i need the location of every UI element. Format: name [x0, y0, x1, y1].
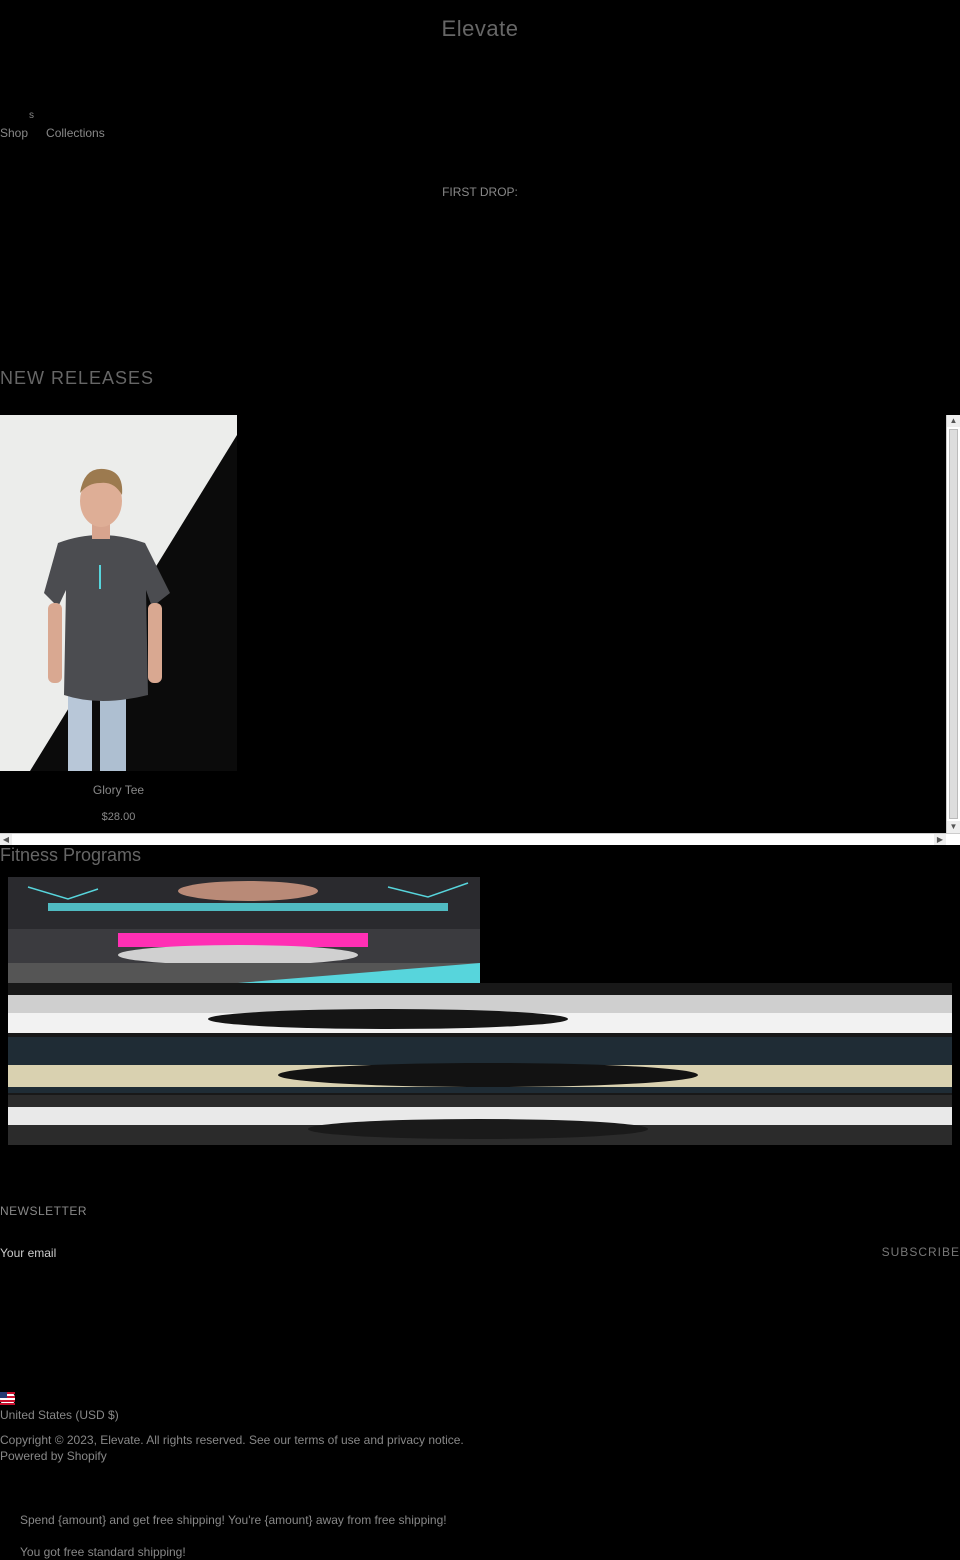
hero-heading: FIRST DROP:: [442, 185, 518, 199]
program-banner-female-aesthetics[interactable]: [8, 877, 480, 983]
product-name[interactable]: Glory Tee: [0, 783, 237, 797]
horizontal-scrollbar[interactable]: ◀ ▶: [0, 833, 960, 845]
main-nav: Shop Collections: [0, 126, 105, 140]
newsletter-title: NEWSLETTER: [0, 1204, 88, 1218]
product-card[interactable]: Glory Tee $28.00: [0, 415, 237, 835]
us-flag-icon[interactable]: [0, 1392, 15, 1405]
program-banner-arena[interactable]: [8, 983, 952, 1145]
free-shipping-message: You got free standard shipping!: [20, 1545, 186, 1559]
scroll-up-icon[interactable]: ▲: [947, 415, 960, 427]
scroll-down-icon[interactable]: ▼: [947, 821, 960, 833]
new-releases-title: NEW RELEASES: [0, 368, 155, 388]
product-price: $28.00: [101, 811, 136, 823]
nav-item-collections[interactable]: Collections: [46, 126, 105, 140]
menu-icon[interactable]: s: [29, 110, 34, 121]
program-banner-graphic-2: [8, 983, 952, 1145]
vertical-scrollbar[interactable]: ▲ ▼: [946, 415, 960, 833]
product-carousel[interactable]: Glory Tee $28.00: [0, 415, 960, 845]
scroll-left-icon[interactable]: ◀: [0, 834, 12, 845]
shipping-progress-message: Spend {amount} and get free shipping! Yo…: [20, 1513, 447, 1527]
scroll-right-icon[interactable]: ▶: [934, 834, 946, 845]
subscribe-button[interactable]: SUBSCRIBE: [882, 1245, 960, 1259]
product-image[interactable]: [0, 415, 237, 771]
powered-by-link[interactable]: Powered by Shopify: [0, 1449, 107, 1463]
page: Elevate s Shop Collections FIRST DROP: N…: [0, 0, 960, 1560]
scrollbar-thumb[interactable]: [949, 429, 958, 819]
copyright-text: Copyright © 2023, Elevate. All rights re…: [0, 1433, 464, 1447]
email-field[interactable]: [0, 1244, 860, 1262]
brand-logo[interactable]: Elevate: [0, 16, 960, 42]
nav-item-shop[interactable]: Shop: [0, 126, 28, 140]
fitness-programs-title: Fitness Programs: [0, 845, 142, 865]
program-banner-graphic: [8, 877, 480, 983]
country-selector[interactable]: United States (USD $): [0, 1408, 119, 1422]
product-photo: [0, 415, 237, 771]
